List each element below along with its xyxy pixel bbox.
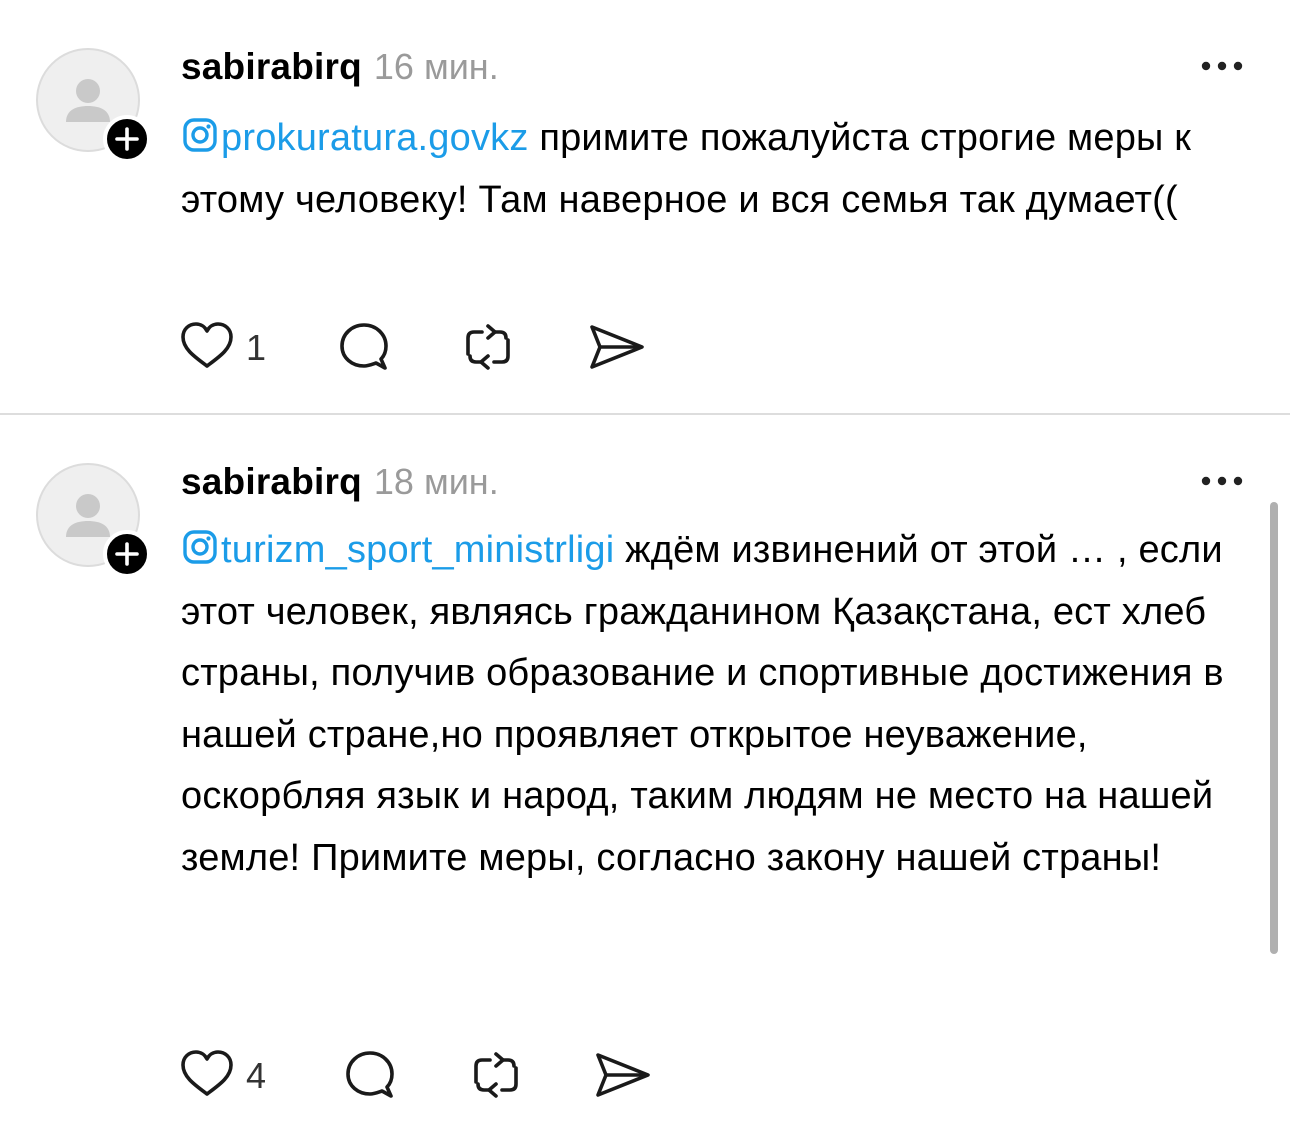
post-text: prokuratura.govkz примите пожалуйста стр… bbox=[181, 108, 1261, 231]
repost-button[interactable] bbox=[460, 320, 516, 374]
thread-post: sabirabirq 18 мин. turizm_sport_ministrli… bbox=[0, 415, 1290, 1133]
like-count: 1 bbox=[246, 327, 267, 368]
like-button[interactable] bbox=[178, 1048, 236, 1102]
mention-link[interactable]: prokuratura.govkz bbox=[181, 117, 529, 159]
repost-icon bbox=[474, 1052, 518, 1098]
post-text: turizm_sport_ministrligi ждём извинений … bbox=[181, 520, 1261, 889]
post-header: sabirabirq 16 мин. bbox=[181, 46, 499, 92]
send-icon bbox=[590, 325, 644, 369]
share-button[interactable] bbox=[592, 1048, 654, 1102]
repost-icon bbox=[466, 324, 510, 370]
mention-link[interactable]: turizm_sport_ministrligi bbox=[181, 529, 614, 571]
more-options-button[interactable] bbox=[1198, 467, 1246, 495]
instagram-icon bbox=[183, 530, 217, 564]
username[interactable]: sabirabirq bbox=[181, 46, 362, 87]
comment-bubble-icon bbox=[340, 323, 388, 370]
more-options-button[interactable] bbox=[1198, 52, 1246, 80]
avatar[interactable] bbox=[36, 463, 151, 578]
reply-button[interactable] bbox=[336, 320, 392, 374]
post-header: sabirabirq 18 мин. bbox=[181, 461, 499, 507]
plus-icon bbox=[115, 542, 139, 566]
like-button[interactable] bbox=[178, 320, 236, 374]
instagram-icon bbox=[183, 118, 217, 152]
like-count: 4 bbox=[246, 1055, 267, 1096]
plus-icon bbox=[115, 127, 139, 151]
comment-bubble-icon bbox=[346, 1051, 394, 1098]
follow-button[interactable] bbox=[103, 115, 151, 163]
mention-text: prokuratura.govkz bbox=[221, 117, 529, 159]
more-dots-icon bbox=[1201, 476, 1243, 486]
timestamp: 18 мин. bbox=[373, 461, 499, 502]
heart-icon bbox=[181, 322, 233, 368]
follow-button[interactable] bbox=[103, 530, 151, 578]
username[interactable]: sabirabirq bbox=[181, 461, 362, 502]
timestamp: 16 мин. bbox=[373, 46, 499, 87]
send-icon bbox=[596, 1053, 650, 1097]
thread-post: sabirabirq 16 мин. prokuratura.govkz прим… bbox=[0, 0, 1290, 414]
scrollbar[interactable] bbox=[1270, 502, 1278, 954]
avatar[interactable] bbox=[36, 48, 151, 163]
more-dots-icon bbox=[1201, 61, 1243, 71]
repost-button[interactable] bbox=[468, 1048, 524, 1102]
post-body: ждём извинений от этой … , если этот чел… bbox=[181, 529, 1224, 879]
share-button[interactable] bbox=[586, 320, 648, 374]
heart-icon bbox=[181, 1050, 233, 1096]
mention-text: turizm_sport_ministrligi bbox=[221, 529, 615, 571]
reply-button[interactable] bbox=[342, 1048, 398, 1102]
